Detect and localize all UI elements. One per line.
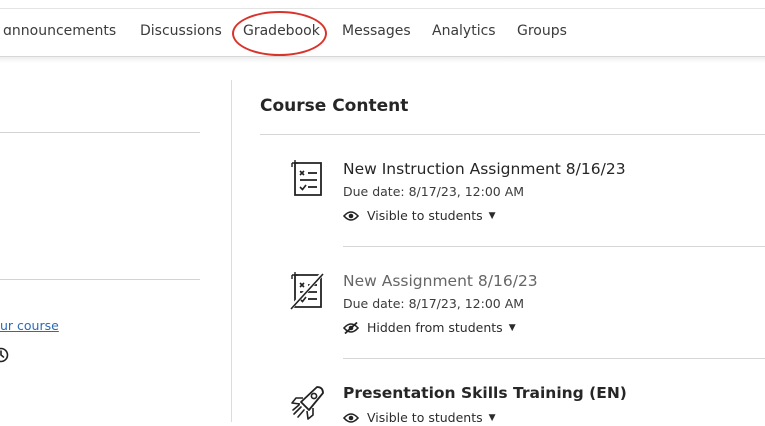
visibility-label: Hidden from students (367, 320, 503, 335)
title-divider (260, 134, 765, 135)
panel-divider (231, 80, 232, 422)
clock-icon (0, 346, 10, 368)
left-divider-1 (0, 132, 200, 133)
item-title[interactable]: New Instruction Assignment 8/16/23 (343, 160, 626, 178)
left-divider-2 (0, 279, 200, 280)
tab-analytics[interactable]: Analytics (432, 23, 496, 39)
assignment-hidden-icon (288, 271, 326, 311)
visibility-dropdown[interactable]: Hidden from students ▼ (343, 320, 516, 335)
nav-shadow (0, 57, 765, 63)
item-due-date: Due date: 8/17/23, 12:00 AM (343, 296, 525, 311)
course-link[interactable]: ur course (0, 318, 59, 333)
visibility-dropdown[interactable]: Visible to students ▼ (343, 208, 496, 223)
assignment-icon (290, 160, 326, 198)
course-nav-bar: ɑnnouncements Discussions Gradebook Mess… (0, 0, 765, 63)
chevron-down-icon: ▼ (488, 412, 496, 423)
chevron-down-icon: ▼ (508, 322, 516, 333)
tab-discussions[interactable]: Discussions (140, 23, 222, 39)
visibility-dropdown[interactable]: Visible to students ▼ (343, 410, 496, 425)
gradebook-highlight-circle (232, 11, 327, 56)
item-title[interactable]: New Assignment 8/16/23 (343, 272, 538, 290)
eye-icon (343, 210, 359, 221)
tab-groups[interactable]: Groups (517, 23, 567, 39)
item-divider (343, 246, 765, 247)
tab-messages[interactable]: Messages (342, 23, 411, 39)
chevron-down-icon: ▼ (488, 210, 496, 221)
page-title: Course Content (260, 96, 409, 116)
visibility-label: Visible to students (367, 208, 483, 223)
item-title[interactable]: Presentation Skills Training (EN) (343, 384, 627, 402)
nav-top-rule (0, 8, 765, 9)
item-due-date: Due date: 8/17/23, 12:00 AM (343, 184, 525, 199)
eye-slash-icon (343, 321, 359, 334)
item-divider (343, 358, 765, 359)
visibility-label: Visible to students (367, 410, 483, 425)
tab-announcements[interactable]: ɑnnouncements (3, 23, 116, 39)
rocket-icon (290, 384, 326, 422)
